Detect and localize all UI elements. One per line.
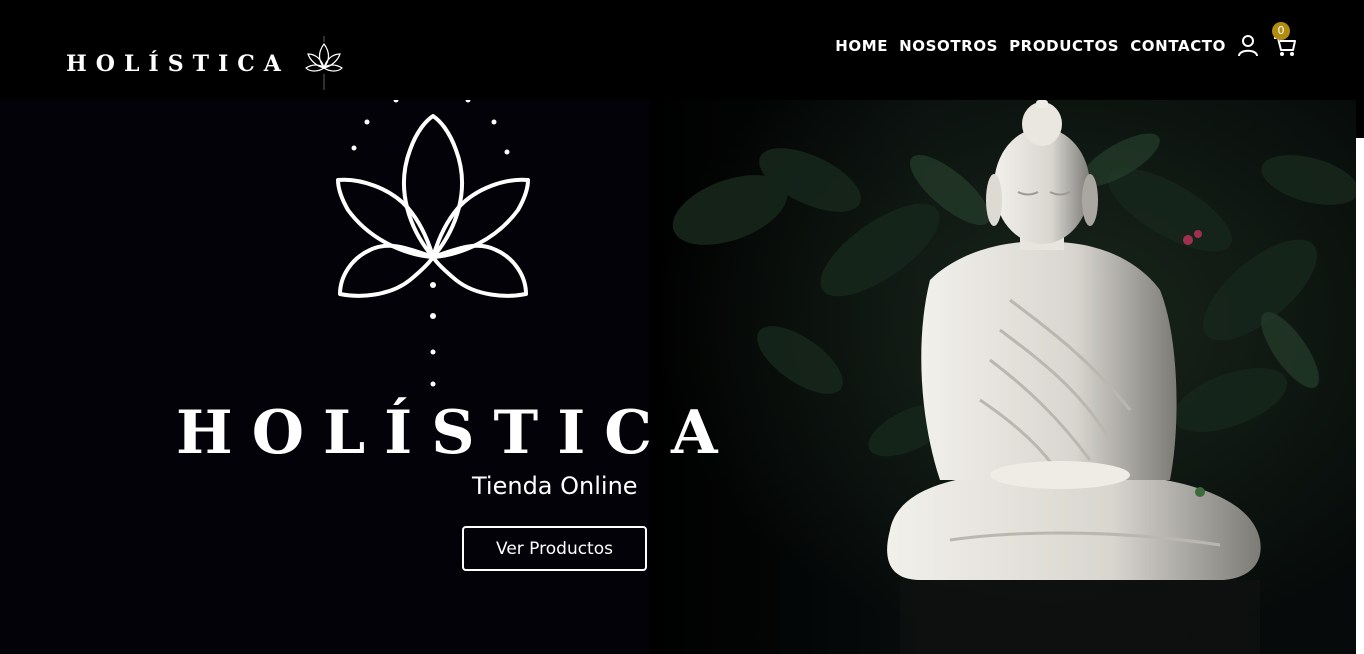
lotus-icon xyxy=(304,36,343,90)
nav-contacto[interactable]: CONTACTO xyxy=(1130,37,1226,55)
main-nav: HOME NOSOTROS PRODUCTOS CONTACTO xyxy=(835,37,1226,55)
hero-lotus-icon xyxy=(336,100,530,387)
hero-section: HOLÍSTICA Tienda Online Ver Productos xyxy=(0,100,1356,654)
user-icon[interactable] xyxy=(1236,33,1260,57)
hero-title: HOLÍSTICA xyxy=(176,398,737,468)
site-header: HOLÍSTICA HOME NOSOTROS PRODUCTOS CONTAC… xyxy=(0,0,1364,100)
brand-logo[interactable]: HOLÍSTICA xyxy=(66,36,346,92)
nav-nosotros[interactable]: NOSOTROS xyxy=(899,37,998,55)
ver-productos-button[interactable]: Ver Productos xyxy=(462,526,647,571)
nav-home[interactable]: HOME xyxy=(835,37,888,55)
buddha-statue-image xyxy=(887,100,1261,654)
nav-productos[interactable]: PRODUCTOS xyxy=(1009,37,1119,55)
cart-count-badge: 0 xyxy=(1272,22,1290,40)
brand-name: HOLÍSTICA xyxy=(66,51,290,77)
hero-subtitle: Tienda Online xyxy=(472,472,638,500)
page-scrollbar[interactable] xyxy=(1356,138,1364,654)
